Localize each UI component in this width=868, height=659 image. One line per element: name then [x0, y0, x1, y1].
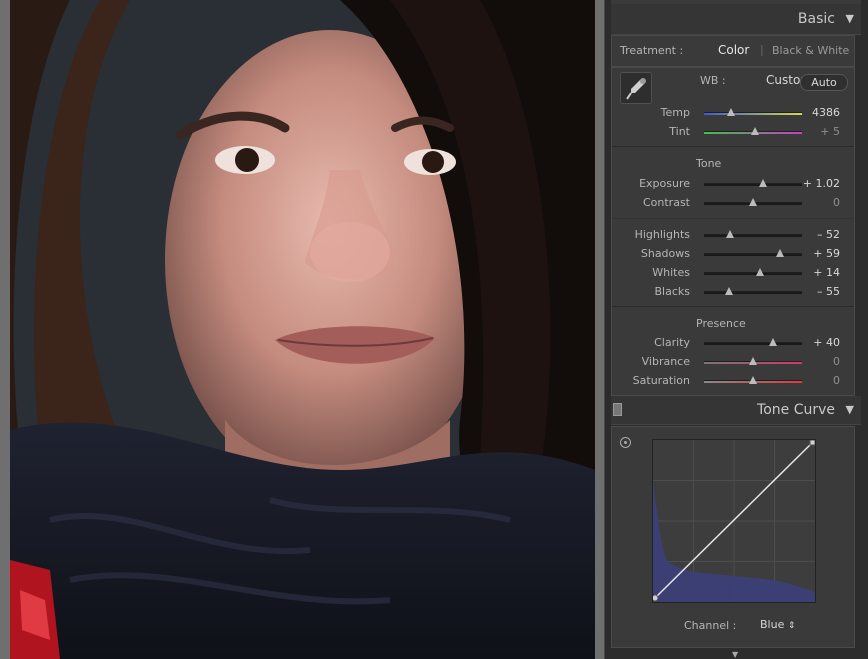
eyedropper-icon[interactable] [620, 72, 652, 104]
blacks-thumb[interactable] [725, 287, 734, 295]
treatment-row: Treatment : Color | Black & White [611, 35, 855, 67]
blacks-value[interactable]: – 55 [800, 285, 840, 298]
exposure-slider[interactable] [704, 179, 802, 187]
shadows-value[interactable]: + 59 [800, 247, 840, 260]
whites-label: Whites [652, 266, 690, 279]
basic-controls-box: WB : Custom ⇕ Temp 4386 Tint + 5 Tone Au… [611, 67, 855, 396]
blacks-slider[interactable] [704, 287, 802, 295]
channel-value: Blue [760, 618, 785, 631]
treatment-color-option[interactable]: Color [718, 43, 749, 57]
clarity-slider[interactable] [704, 338, 802, 346]
panel-switch-icon[interactable] [613, 403, 622, 416]
saturation-label: Saturation [632, 374, 690, 387]
exposure-thumb[interactable] [758, 179, 767, 187]
develop-right-panel: Basic ▼ Treatment : Color | Black & Whit… [604, 0, 868, 659]
triangle-down-icon[interactable]: ▼ [846, 12, 854, 25]
divider [612, 306, 854, 307]
treatment-separator: | [760, 43, 764, 56]
updown-stepper-icon: ⇕ [787, 621, 796, 631]
tint-thumb[interactable] [750, 127, 759, 135]
curve-point-white [809, 439, 816, 446]
temp-thumb[interactable] [727, 108, 736, 116]
tint-label: Tint [669, 125, 690, 138]
curve-point-black [651, 594, 659, 602]
shadows-slider[interactable] [704, 249, 802, 257]
clarity-label: Clarity [654, 336, 690, 349]
auto-tone-button[interactable]: Auto [800, 74, 848, 91]
exposure-label: Exposure [639, 177, 690, 190]
vibrance-slider[interactable] [704, 357, 802, 365]
portrait-photo[interactable] [10, 0, 595, 659]
blacks-label: Blacks [654, 285, 691, 298]
vibrance-value[interactable]: 0 [800, 355, 840, 368]
saturation-value[interactable]: 0 [800, 374, 840, 387]
treatment-bw-option[interactable]: Black & White [772, 44, 849, 57]
tone-curve-graph[interactable] [651, 439, 816, 603]
highlights-slider[interactable] [704, 230, 802, 238]
exposure-value[interactable]: + 1.02 [800, 177, 840, 190]
tint-slider[interactable] [704, 127, 802, 135]
divider [612, 146, 854, 147]
wb-label: WB : [700, 74, 726, 87]
contrast-label: Contrast [642, 196, 690, 209]
vibrance-thumb[interactable] [749, 357, 757, 365]
shadows-label: Shadows [640, 247, 690, 260]
presence-label: Presence [696, 317, 746, 330]
shadows-thumb[interactable] [776, 249, 785, 257]
target-adjust-icon[interactable] [620, 437, 631, 448]
triangle-down-icon[interactable]: ▼ [846, 403, 854, 416]
contrast-slider[interactable] [704, 198, 802, 206]
contrast-value[interactable]: 0 [800, 196, 840, 209]
tone-curve-section-header[interactable]: Tone Curve ▼ [611, 396, 861, 425]
temp-value[interactable]: 4386 [800, 106, 840, 119]
saturation-thumb[interactable] [749, 376, 757, 384]
tone-curve-title: Tone Curve [757, 402, 835, 418]
vibrance-label: Vibrance [641, 355, 690, 368]
basic-title: Basic [797, 11, 835, 27]
temp-label: Temp [660, 106, 690, 119]
clarity-value[interactable]: + 40 [800, 336, 840, 349]
tone-label: Tone [696, 157, 722, 170]
temp-slider[interactable] [704, 108, 802, 116]
whites-slider[interactable] [704, 268, 802, 276]
saturation-slider[interactable] [704, 376, 802, 384]
channel-label: Channel : [684, 619, 737, 632]
highlights-thumb[interactable] [726, 230, 735, 238]
clarity-thumb[interactable] [768, 338, 777, 346]
contrast-thumb[interactable] [749, 198, 757, 206]
highlights-value[interactable]: – 52 [800, 228, 840, 241]
channel-select[interactable]: Blue ⇕ [760, 618, 795, 631]
divider [612, 218, 854, 219]
whites-value[interactable]: + 14 [800, 266, 840, 279]
tint-value[interactable]: + 5 [800, 125, 840, 138]
panel-scroll-arrow-icon[interactable]: ▼ [732, 650, 738, 659]
photo-canvas-area [0, 0, 604, 659]
tone-curve-box: Channel : Blue ⇕ [611, 426, 855, 648]
basic-section-header[interactable]: Basic ▼ [611, 4, 861, 35]
highlights-label: Highlights [634, 228, 690, 241]
treatment-label: Treatment : [620, 44, 684, 57]
whites-thumb[interactable] [755, 268, 764, 276]
